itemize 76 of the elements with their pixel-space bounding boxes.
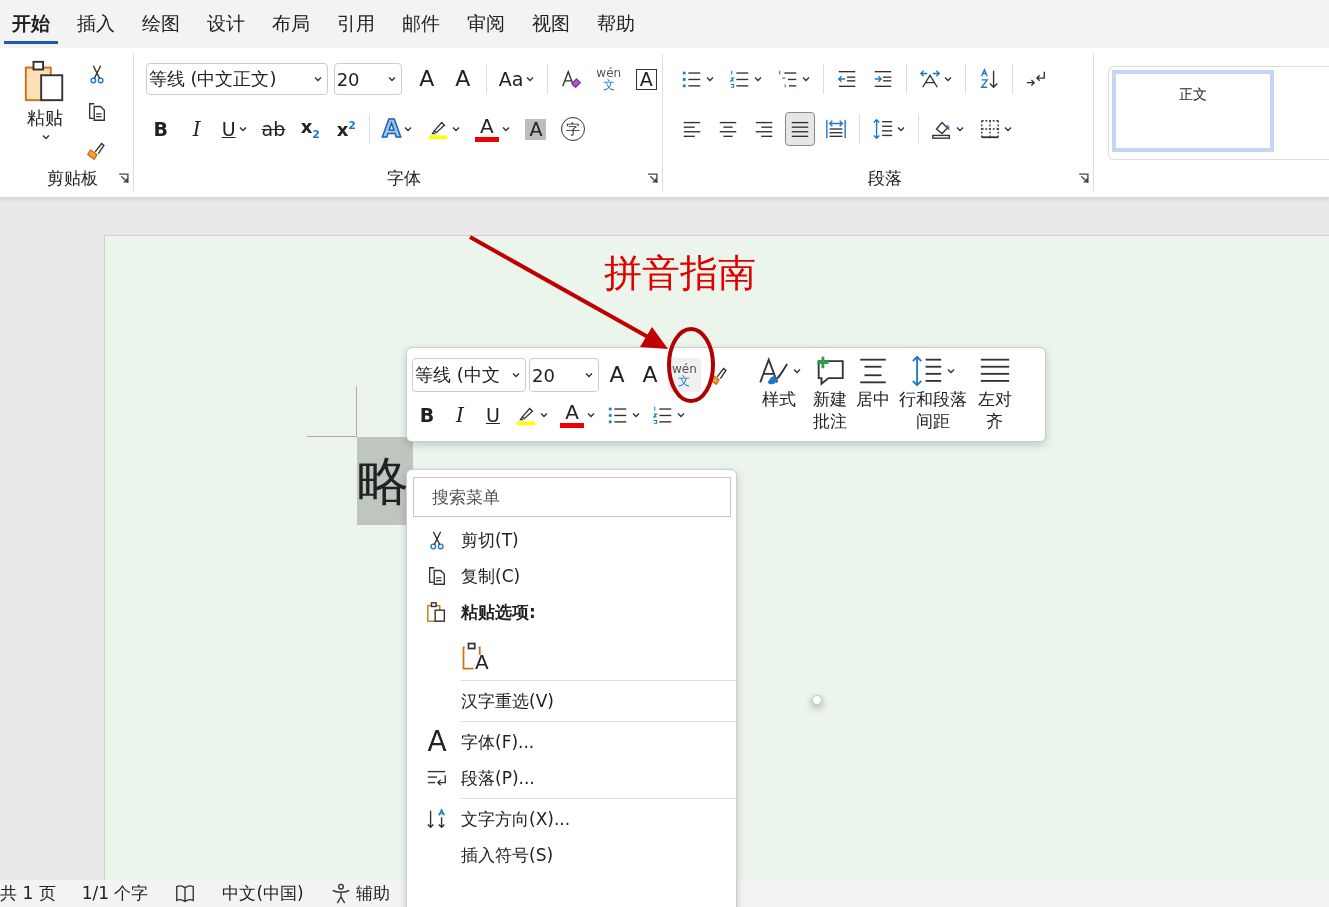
- strike-button[interactable]: ab: [257, 112, 290, 146]
- line-spacing-icon: [872, 118, 895, 140]
- group-label: 字体: [387, 166, 422, 190]
- dialog-launcher-icon[interactable]: [647, 172, 659, 184]
- caret-icon: [511, 370, 521, 380]
- italic-button[interactable]: I: [445, 398, 475, 432]
- distributed-icon: [825, 118, 848, 140]
- borders-icon: [979, 118, 1002, 140]
- copy-icon: [426, 565, 448, 587]
- caret-icon: [584, 370, 594, 380]
- ribbon-tab[interactable]: 绘图: [134, 4, 188, 44]
- search-field[interactable]: 搜索菜单: [413, 477, 731, 517]
- ribbon-tab[interactable]: 布局: [264, 4, 318, 44]
- paste-button[interactable]: 粘贴: [22, 58, 68, 142]
- bold-button[interactable]: B: [412, 398, 442, 432]
- char-shading-button[interactable]: A: [520, 112, 551, 146]
- ribbon-tab[interactable]: 开始: [4, 4, 58, 44]
- left-align-button[interactable]: 左对齐: [977, 354, 1013, 441]
- section-header: 粘贴选项:: [461, 600, 536, 624]
- ribbon-tab[interactable]: 引用: [329, 4, 383, 44]
- selected-text: 略: [357, 437, 413, 525]
- group-label: 剪贴板: [46, 167, 98, 190]
- menu-item[interactable]: 汉字重选(V): [413, 683, 730, 719]
- book-icon[interactable]: [174, 882, 197, 905]
- accessibility-button[interactable]: 辅助: [329, 882, 390, 905]
- subscript-button[interactable]: x$_{2}$: [295, 112, 326, 146]
- italic-button[interactable]: I: [181, 112, 212, 146]
- paste-option-button[interactable]: A: [461, 634, 497, 674]
- font-name-select[interactable]: 等线 (中文正文): [145, 63, 328, 95]
- menu-item[interactable]: 插入符号(S): [413, 837, 730, 873]
- superscript-button[interactable]: x$^{2}$: [331, 112, 362, 146]
- menu-item[interactable]: A 字体(F)...: [413, 724, 730, 760]
- caret-icon: [386, 74, 397, 84]
- menu-item[interactable]: 剪切(T): [413, 522, 730, 558]
- center-button[interactable]: 居中: [855, 354, 890, 441]
- text-direction-icon: [919, 68, 942, 90]
- justify-button[interactable]: [785, 112, 816, 146]
- clear-format-icon: [560, 68, 583, 90]
- style-item[interactable]: 正文: [1111, 70, 1274, 152]
- text-direction-icon: [426, 808, 448, 830]
- letter-icon: A: [427, 728, 447, 756]
- status-text: 1/1 个字: [81, 882, 149, 905]
- bold-button[interactable]: B: [145, 112, 176, 146]
- clipboard-icon: [426, 601, 448, 623]
- char-border-button[interactable]: A: [631, 62, 662, 96]
- menu-item[interactable]: 段落(P)...: [413, 760, 730, 796]
- group-label: 段落: [868, 166, 903, 190]
- caret-icon: [312, 74, 323, 84]
- ribbon-tab[interactable]: 视图: [524, 4, 578, 44]
- ribbon-tab[interactable]: 设计: [199, 4, 253, 44]
- dialog-launcher-icon[interactable]: [1077, 172, 1089, 184]
- annotation-text: 拼音指南: [604, 250, 756, 297]
- underline-button[interactable]: U: [478, 398, 508, 432]
- new-comment-button[interactable]: 新建批注: [812, 354, 848, 441]
- copy-icon: [86, 101, 108, 123]
- status-text: 中文(中国): [222, 882, 304, 905]
- ribbon-tab[interactable]: 审阅: [459, 4, 513, 44]
- menu-item[interactable]: 复制(C): [413, 558, 730, 594]
- underline-button[interactable]: U: [217, 112, 252, 146]
- numbering-icon: [652, 404, 674, 426]
- font-size-select[interactable]: 20: [529, 358, 599, 392]
- ribbon-tab[interactable]: 邮件: [394, 4, 448, 44]
- change-case-button[interactable]: Aa: [494, 62, 540, 96]
- ribbon-tab[interactable]: 插入: [69, 4, 123, 44]
- phonetic-button[interactable]: wén 文: [592, 62, 626, 96]
- ribbon-tab[interactable]: 帮助: [589, 4, 643, 44]
- status-text: 共 1 页: [0, 882, 56, 905]
- font-color-button[interactable]: A: [470, 112, 515, 146]
- caret-icon: [41, 132, 51, 142]
- spacing-button[interactable]: 行和段落间距: [897, 354, 970, 441]
- font-size-select[interactable]: 20: [333, 63, 402, 95]
- font-color-button[interactable]: A: [556, 398, 600, 432]
- font-name-select[interactable]: 等线 (中文: [412, 358, 526, 392]
- styles-button[interactable]: 样式: [754, 354, 804, 441]
- menu-item[interactable]: 文字方向(X)...: [413, 801, 730, 837]
- dialog-launcher-icon[interactable]: [117, 173, 129, 184]
